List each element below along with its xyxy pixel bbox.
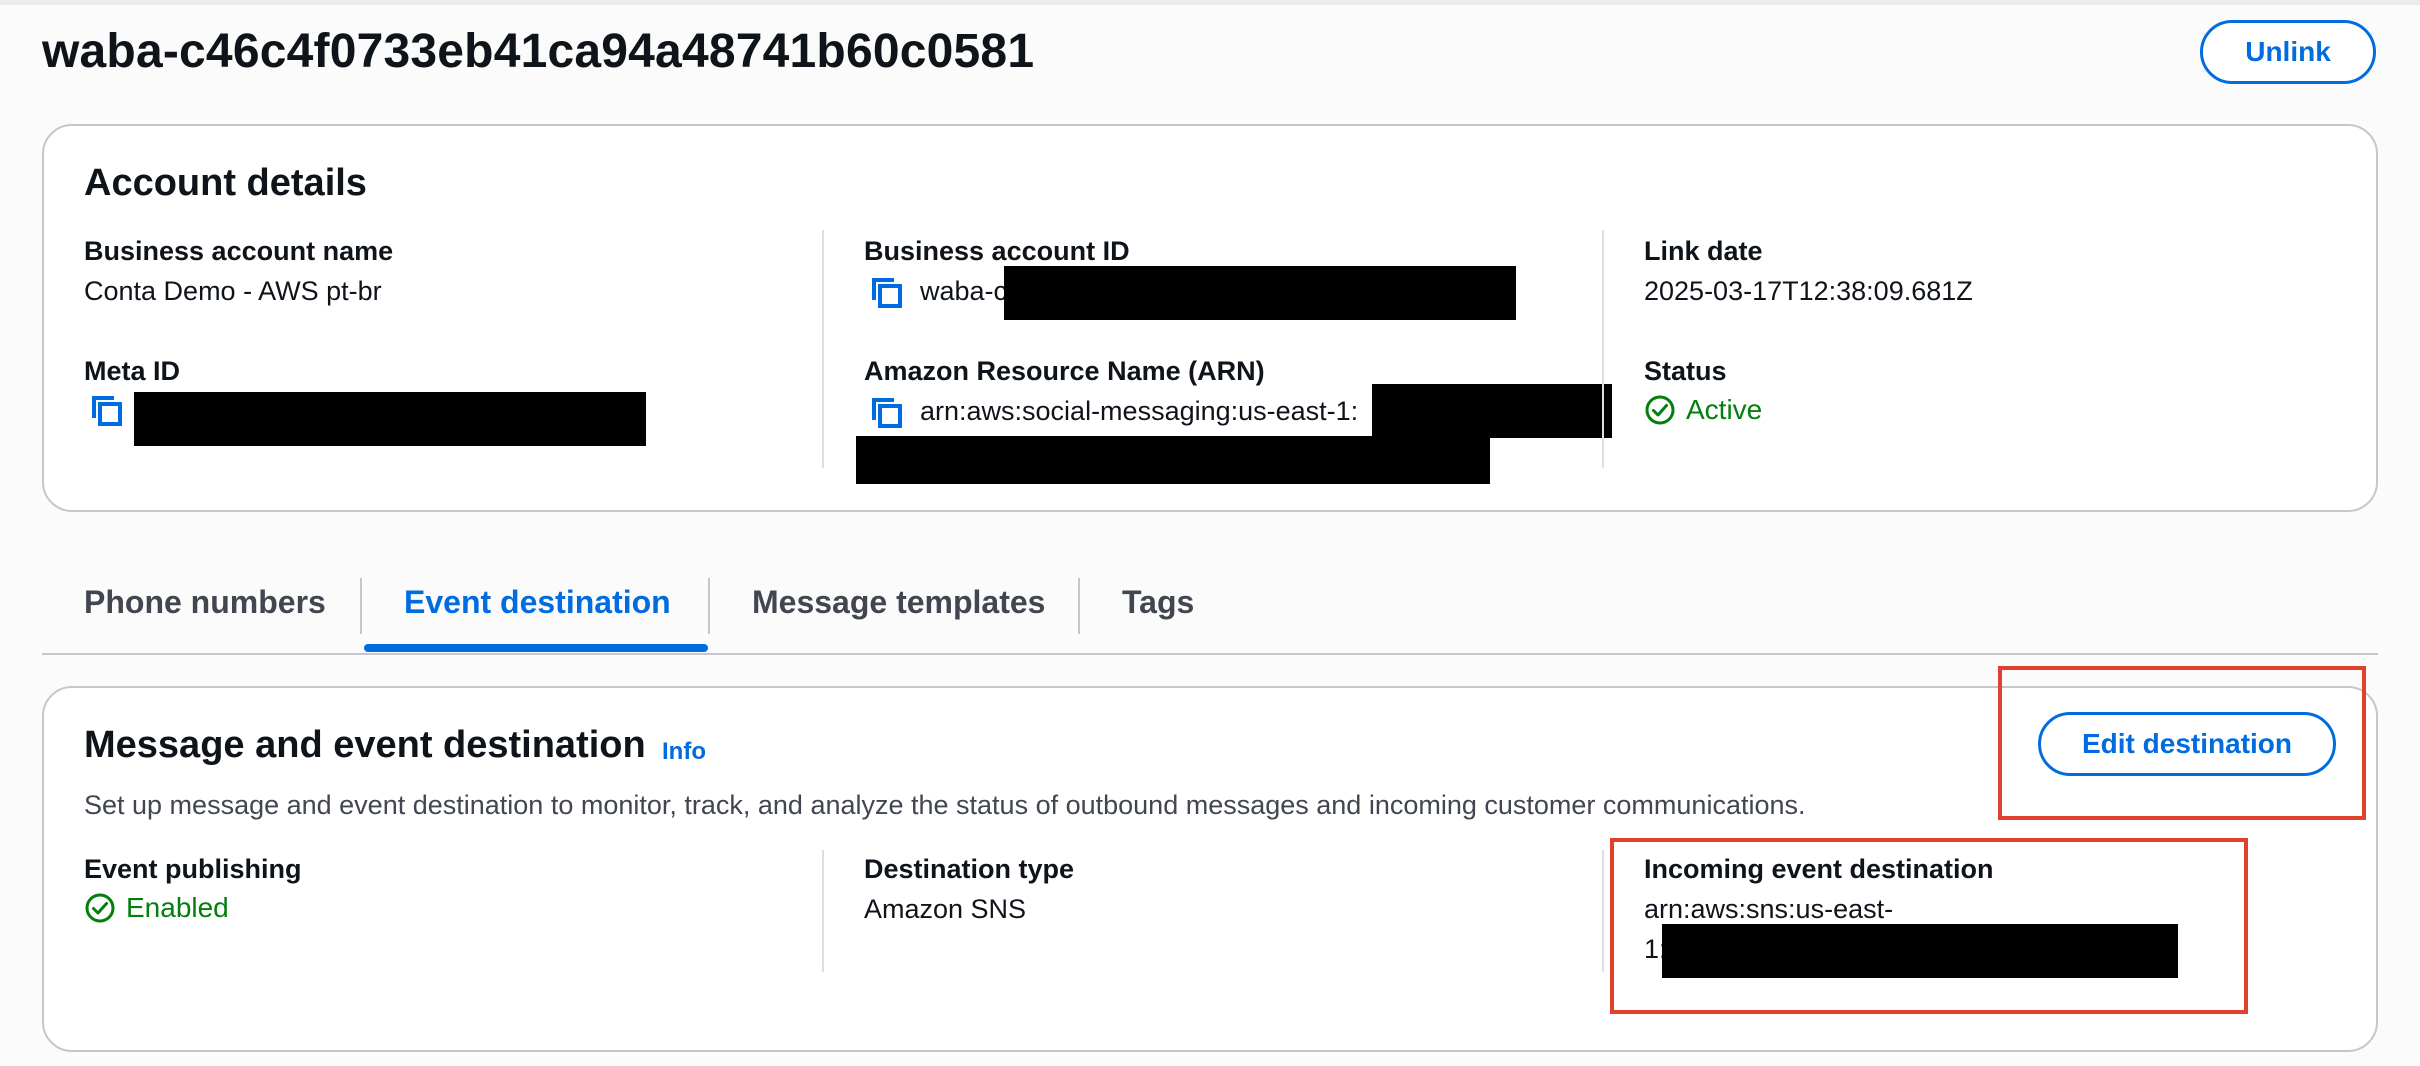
column-divider bbox=[822, 850, 824, 972]
status-label: Status bbox=[1644, 356, 1727, 386]
business-account-id-redacted bbox=[1004, 266, 1516, 320]
tab-separator bbox=[1078, 578, 1080, 634]
arn-redacted-1 bbox=[1372, 384, 1612, 438]
tab-tags[interactable]: Tags bbox=[1122, 584, 1194, 621]
check-circle-icon bbox=[85, 893, 115, 923]
check-circle-icon bbox=[1645, 395, 1675, 425]
arn-redacted-2 bbox=[856, 436, 1490, 484]
meta-id-redacted bbox=[134, 392, 646, 446]
event-publishing-value: Enabled bbox=[126, 892, 229, 923]
event-publishing-status: Enabled bbox=[84, 892, 229, 924]
copy-icon[interactable] bbox=[868, 274, 904, 310]
destination-heading: Message and event destination bbox=[84, 724, 646, 766]
column-divider bbox=[1602, 230, 1604, 468]
status-value: Active bbox=[1686, 394, 1763, 425]
business-account-id-value: waba-c bbox=[920, 276, 1008, 306]
business-account-name-label: Business account name bbox=[84, 236, 394, 266]
destination-type-value: Amazon SNS bbox=[864, 894, 1027, 924]
link-date-value: 2025-03-17T12:38:09.681Z bbox=[1644, 276, 1973, 306]
info-link[interactable]: Info bbox=[662, 738, 706, 766]
account-details-heading: Account details bbox=[84, 162, 367, 204]
column-divider bbox=[1602, 850, 1604, 972]
destination-description: Set up message and event destination to … bbox=[84, 790, 1806, 820]
active-tab-indicator bbox=[364, 644, 708, 652]
status-badge: Active bbox=[1644, 394, 1762, 426]
tabs-divider bbox=[42, 653, 2378, 655]
top-border bbox=[0, 0, 2420, 5]
destination-type-label: Destination type bbox=[864, 854, 1075, 884]
business-account-name-value: Conta Demo - AWS pt-br bbox=[84, 276, 382, 306]
link-date-label: Link date bbox=[1644, 236, 1763, 266]
tab-message-templates[interactable]: Message templates bbox=[752, 584, 1045, 621]
tab-phone-numbers[interactable]: Phone numbers bbox=[84, 584, 326, 621]
copy-icon[interactable] bbox=[868, 394, 904, 430]
event-publishing-label: Event publishing bbox=[84, 854, 302, 884]
tab-separator bbox=[708, 578, 710, 634]
highlight-edit-destination bbox=[1998, 666, 2366, 820]
page-title: waba-c46c4f0733eb41ca94a48741b60c0581 bbox=[42, 25, 1035, 78]
meta-id-label: Meta ID bbox=[84, 356, 181, 386]
column-divider bbox=[822, 230, 824, 468]
tab-separator bbox=[360, 578, 362, 634]
arn-label: Amazon Resource Name (ARN) bbox=[864, 356, 1265, 386]
copy-icon[interactable] bbox=[88, 392, 124, 428]
business-account-id-label: Business account ID bbox=[864, 236, 1130, 266]
arn-value: arn:aws:social-messaging:us-east-1: bbox=[920, 396, 1359, 426]
highlight-incoming-destination bbox=[1610, 838, 2248, 1014]
unlink-button[interactable]: Unlink bbox=[2200, 20, 2376, 84]
tab-event-destination[interactable]: Event destination bbox=[404, 584, 671, 621]
account-details-card: Account details Business account name Co… bbox=[42, 124, 2378, 512]
